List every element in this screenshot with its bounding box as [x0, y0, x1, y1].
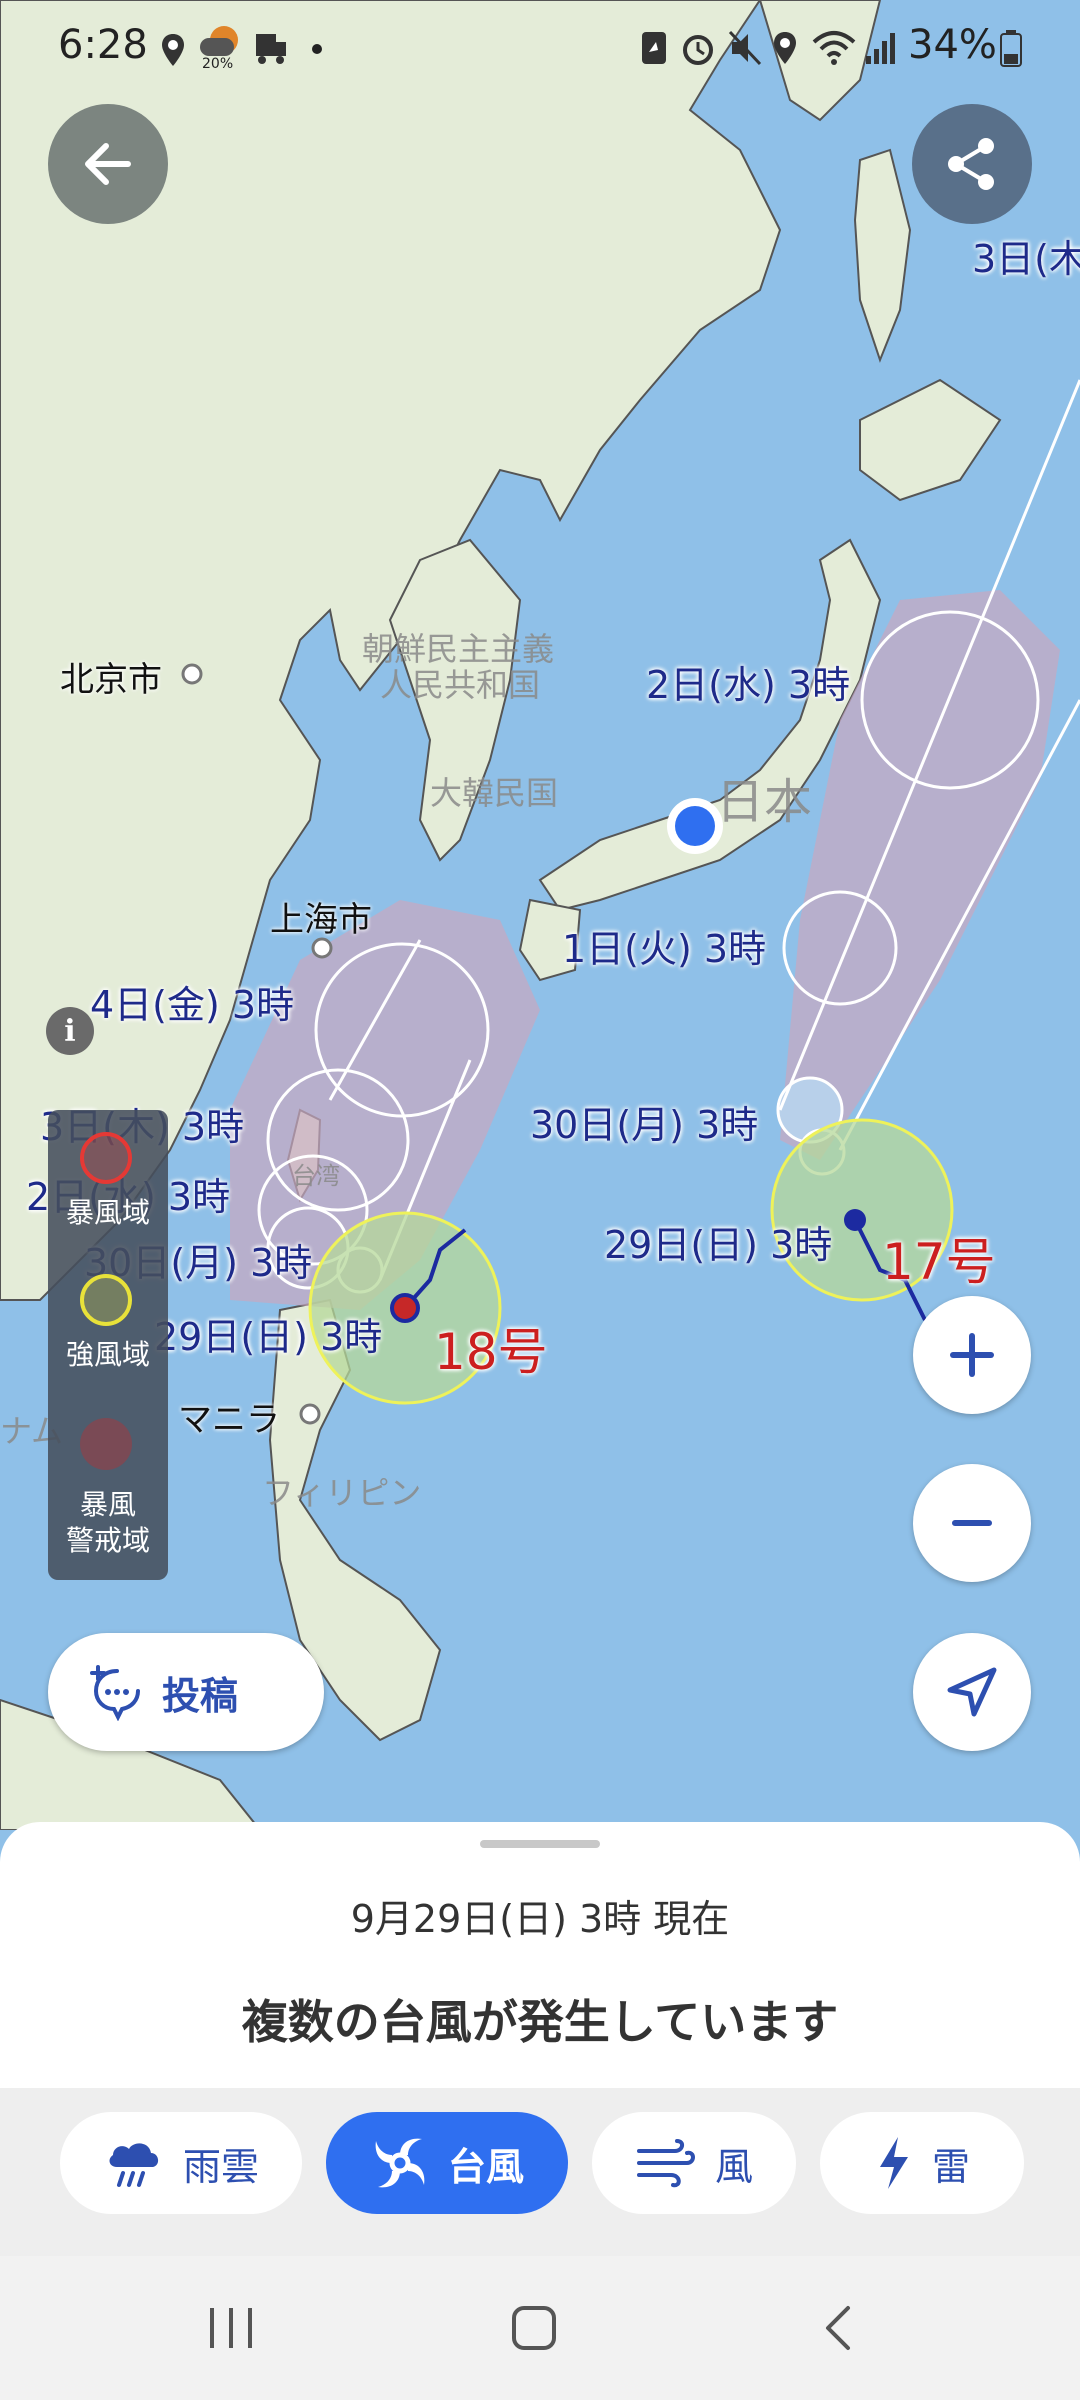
country-label-north-korea-2: 人民共和国 [380, 666, 541, 704]
location-icon [162, 34, 184, 66]
zoom-out-button[interactable] [913, 1464, 1031, 1582]
country-label-philippines: フィリピン [262, 1474, 422, 1512]
sheet-drag-handle[interactable] [480, 1840, 600, 1848]
home-button[interactable] [510, 2304, 558, 2352]
tab-rain-cloud[interactable]: 雨雲 [60, 2112, 302, 2214]
recent-apps-icon [210, 2308, 252, 2348]
share-icon [948, 138, 994, 190]
location-icon [774, 32, 796, 64]
country-label-taiwan: 台湾 [292, 1162, 340, 1190]
storm-area-swatch [80, 1132, 132, 1184]
legend-strong-wind-area: 強風域 [65, 1338, 150, 1371]
typhoon-18-label[interactable]: 18号 [434, 1312, 548, 1384]
forecast-label: 2日(水) 3時 [646, 663, 851, 707]
alarm-icon [683, 35, 713, 65]
storm-warning-swatch [80, 1418, 132, 1470]
shield-icon [642, 32, 666, 64]
tab-typhoon[interactable]: 台風 [326, 2112, 568, 2214]
tab-label: 風 [714, 2144, 753, 2189]
weather-badge: 20% [202, 56, 234, 72]
comment-plus-icon [90, 1665, 140, 1721]
truck-icon [256, 34, 286, 64]
beijing-marker [181, 663, 203, 685]
typhoon18-center [390, 1293, 420, 1323]
legend-storm-warning-1: 暴風 [79, 1488, 136, 1521]
tab-label: 雷 [931, 2144, 970, 2189]
typhoon17-center [844, 1209, 866, 1231]
wind-icon [636, 2139, 695, 2188]
typhoon-17-label[interactable]: 17号 [882, 1222, 996, 1294]
info-icon: i [64, 1013, 76, 1049]
chevron-left-icon [826, 2306, 850, 2350]
back-button[interactable] [48, 104, 168, 224]
forecast-label: 29日(日) 3時 [604, 1223, 833, 1267]
tab-label: 雨雲 [182, 2144, 259, 2189]
status-bar: 6:28 20% 34% [0, 0, 1080, 100]
tab-label: 台風 [447, 2144, 524, 2189]
system-navigation-bar [0, 2256, 1080, 2400]
typhoon-icon [375, 2138, 425, 2188]
map-legend: 暴風域 強風域 暴風 警戒域 [48, 1110, 168, 1580]
forecast-label: 1日(火) 3時 [562, 927, 767, 971]
weather-icon: 20% [200, 26, 244, 72]
status-time: 6:28 [58, 22, 148, 68]
recent-apps-button[interactable] [206, 2304, 256, 2352]
post-button[interactable]: 投稿 [48, 1633, 324, 1751]
forecast-label: 29日(日) 3時 [154, 1315, 383, 1359]
rain-cloud-icon [109, 2143, 159, 2187]
forecast-label: 3日(木 [972, 237, 1080, 281]
layer-tab-bar: 雨雲 台風 風 雷 [0, 2088, 1080, 2256]
bottom-sheet[interactable]: 9月29日(日) 3時 現在 複数の台風が発生しています [0, 1822, 1080, 2092]
lightning-icon [879, 2137, 908, 2189]
city-label-manila: マニラ [178, 1400, 280, 1440]
shanghai-marker [311, 937, 333, 959]
home-icon [512, 2306, 556, 2350]
city-label-shanghai: 上海市 [270, 900, 372, 940]
locate-button[interactable] [913, 1633, 1031, 1751]
tab-lightning[interactable]: 雷 [820, 2112, 1024, 2214]
forecast-label: 4日(金) 3時 [90, 983, 295, 1027]
city-label-beijing: 北京市 [60, 660, 162, 700]
dot-icon [312, 44, 322, 54]
battery-icon [1000, 30, 1022, 67]
forecast-label: 30日(月) 3時 [530, 1103, 759, 1147]
share-button[interactable] [912, 104, 1032, 224]
mute-icon [728, 30, 762, 66]
country-label-japan: 日本 [716, 774, 813, 830]
legend-storm-area: 暴風域 [65, 1196, 150, 1229]
tab-wind[interactable]: 風 [592, 2112, 796, 2214]
minus-icon [952, 1520, 992, 1526]
legend-storm-warning-2: 警戒域 [65, 1524, 150, 1557]
info-button[interactable]: i [46, 1007, 94, 1055]
sheet-headline: 複数の台風が発生しています [241, 1995, 839, 2049]
signal-icon [866, 33, 895, 64]
observation-time: 9月29日(日) 3時 現在 [350, 1897, 730, 1941]
battery-percent: 34% [908, 22, 997, 68]
wifi-icon [812, 31, 856, 65]
strong-wind-swatch [80, 1274, 132, 1326]
navigation-arrow-icon [947, 1667, 997, 1717]
manila-marker [299, 1403, 321, 1425]
arrow-left-icon [85, 143, 131, 185]
plus-icon [950, 1333, 994, 1377]
country-label-south-korea: 大韓民国 [430, 774, 559, 812]
zoom-in-button[interactable] [913, 1296, 1031, 1414]
post-button-label: 投稿 [162, 1673, 239, 1718]
nav-back-button[interactable] [818, 2304, 858, 2352]
